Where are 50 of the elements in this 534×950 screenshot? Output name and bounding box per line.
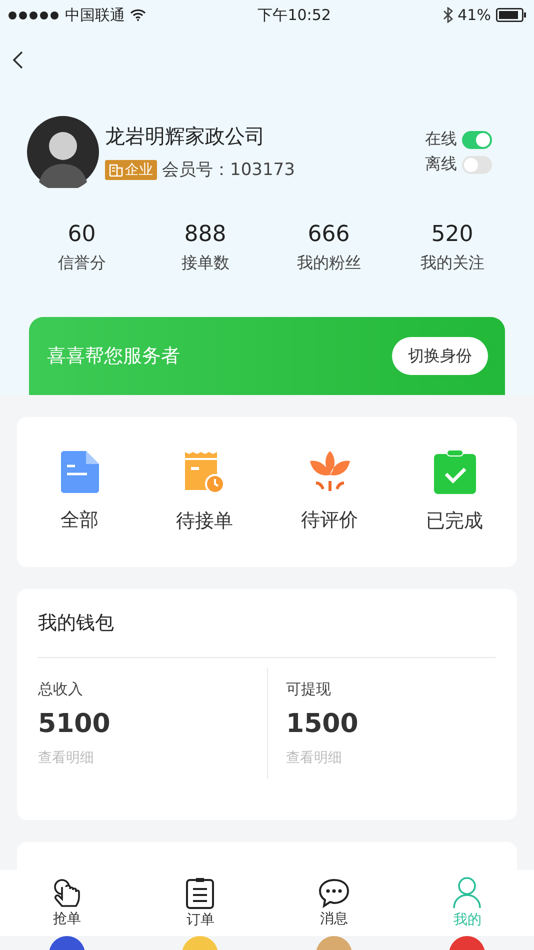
wallet-label: 总收入 — [38, 680, 84, 699]
round-icon — [316, 936, 352, 950]
chat-bubble-icon — [318, 878, 349, 908]
wifi-icon — [130, 9, 146, 21]
enterprise-badge: 企业 — [105, 160, 157, 180]
battery-percent: 41% — [458, 6, 491, 24]
battery-icon — [496, 8, 526, 22]
avatar — [27, 116, 99, 188]
stat-label: 我的关注 — [420, 253, 484, 274]
round-icon — [48, 936, 85, 950]
signal-icon — [8, 10, 60, 20]
back-icon[interactable] — [12, 50, 24, 70]
stat-label: 我的粉丝 — [296, 253, 361, 274]
switch-role-button[interactable]: 切换身份 — [392, 337, 488, 375]
hand-tap-icon — [52, 878, 81, 908]
clipboard-check-icon — [434, 450, 476, 494]
wallet-label: 可提现 — [286, 680, 332, 699]
order-category[interactable]: 全部 — [60, 507, 98, 533]
stat-value: 520 — [431, 222, 474, 247]
person-icon — [453, 877, 482, 909]
order-category[interactable]: 待接单 — [176, 508, 233, 534]
receipt-clock-icon — [184, 450, 224, 494]
status-toggle[interactable] — [462, 156, 492, 174]
stat-value: 888 — [184, 222, 226, 247]
lotus-icon — [308, 451, 352, 493]
banner-text: 喜喜帮您服务者 — [47, 344, 180, 369]
tab-item[interactable]: 订单 — [134, 870, 267, 936]
company-name: 龙岩明辉家政公司 — [105, 123, 266, 150]
wallet-amount: 5100 — [38, 709, 112, 739]
member-number: 会员号：103173 — [162, 159, 295, 181]
tab-item[interactable]: 抢单 — [0, 870, 134, 936]
status-label: 在线 — [425, 129, 457, 150]
round-icon — [449, 936, 486, 950]
status-time: 下午10:52 — [258, 6, 331, 24]
document-icon — [60, 451, 98, 493]
stat-value: 60 — [68, 222, 96, 247]
wallet-amount: 1500 — [286, 709, 360, 739]
order-category[interactable]: 待评价 — [301, 507, 358, 533]
stat-label: 信誉分 — [58, 253, 106, 274]
stat-value: 666 — [308, 222, 350, 247]
status-label: 离线 — [425, 154, 457, 175]
status-toggle[interactable] — [462, 130, 492, 148]
clipboard-icon — [186, 877, 214, 909]
wallet-title: 我的钱包 — [38, 611, 114, 636]
order-category[interactable]: 已完成 — [426, 508, 483, 534]
carrier-name: 中国联通 — [65, 6, 125, 24]
round-icon — [182, 936, 218, 950]
bluetooth-icon — [442, 7, 453, 23]
stat-label: 接单数 — [181, 253, 230, 274]
tab-item[interactable]: 消息 — [267, 870, 400, 936]
